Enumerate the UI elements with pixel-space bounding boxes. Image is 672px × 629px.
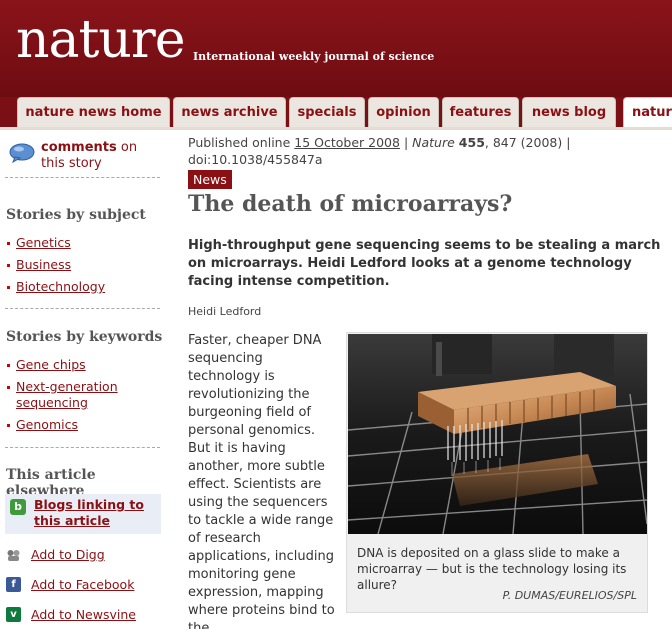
microarray-photo[interactable] <box>348 334 647 534</box>
add-to-newsvine-link[interactable]: Add to Newsvine <box>31 607 136 622</box>
news-badge: News <box>188 170 232 189</box>
article-figure: DNA is deposited on a glass slide to mak… <box>346 332 648 613</box>
subject-link-business[interactable]: Business <box>16 257 71 272</box>
journal-name: Nature <box>412 135 455 150</box>
divider <box>5 177 160 178</box>
masthead: nature International weekly journal of s… <box>0 0 672 99</box>
doi: doi:10.1038/455847a <box>188 152 323 167</box>
tab-news-blog[interactable]: news blog <box>522 97 616 128</box>
divider <box>5 447 160 448</box>
publication-info: Published online 15 October 2008 | Natur… <box>188 134 658 168</box>
keyword-link-gene-chips[interactable]: Gene chips <box>16 357 86 372</box>
pub-prefix: Published online <box>188 135 295 150</box>
blogs-linking-link[interactable]: Blogs linking to this article <box>34 497 158 529</box>
tab-underline <box>0 127 672 130</box>
keyword-list: Gene chips Next-generation sequencing Ge… <box>6 357 162 433</box>
stories-by-subject-heading: Stories by subject <box>6 207 146 223</box>
subject-link-biotechnology[interactable]: Biotechnology <box>16 279 105 294</box>
article-headline: The death of microarrays? <box>188 191 513 217</box>
article-standfirst: High-throughput gene sequencing seems to… <box>188 238 661 289</box>
journal-pages: , 847 (2008) | <box>484 135 571 150</box>
nav-bar: nature news home news archive specials o… <box>0 97 672 128</box>
article-byline: Heidi Ledford <box>188 305 262 318</box>
pub-date-link[interactable]: 15 October 2008 <box>294 135 400 150</box>
comments-link-row[interactable]: comments on this story <box>0 136 168 172</box>
tab-features[interactable]: features <box>442 97 519 128</box>
figure-caption: DNA is deposited on a glass slide to mak… <box>357 546 627 592</box>
share-facebook-row[interactable]: f Add to Facebook <box>6 576 166 594</box>
tagline: International weekly journal of science <box>193 50 435 63</box>
comments-link[interactable]: comments on this story <box>41 140 161 172</box>
comments-link-strong[interactable]: comments <box>41 140 117 155</box>
tab-opinion[interactable]: opinion <box>368 97 439 128</box>
tab-news-archive[interactable]: news archive <box>173 97 286 128</box>
add-to-facebook-link[interactable]: Add to Facebook <box>31 577 134 592</box>
share-digg-row[interactable]: Add to Digg <box>6 546 166 564</box>
share-newsvine-row[interactable]: v Add to Newsvine <box>6 606 166 624</box>
tab-specials[interactable]: specials <box>289 97 365 128</box>
blog-icon: b <box>10 499 26 515</box>
facebook-icon: f <box>6 577 21 592</box>
tab-nature-news-home[interactable]: nature news home <box>17 97 170 128</box>
newsvine-icon: v <box>6 607 21 622</box>
article-body: Faster, cheaper DNA sequencing technolog… <box>188 333 335 629</box>
keyword-link-genomics[interactable]: Genomics <box>16 417 78 432</box>
tab-nature-partial[interactable]: natur <box>623 97 672 128</box>
divider <box>5 308 160 309</box>
speech-bubble-icon <box>9 143 35 163</box>
figure-credit: P. DUMAS/EURELIOS/SPL <box>502 589 637 602</box>
journal-volume: 455 <box>458 135 485 150</box>
add-to-digg-link[interactable]: Add to Digg <box>31 547 105 562</box>
stories-by-keywords-heading: Stories by keywords <box>6 329 163 345</box>
blogs-linking-box[interactable]: b Blogs linking to this article <box>5 494 161 534</box>
subject-link-genetics[interactable]: Genetics <box>16 235 71 250</box>
pub-sep: | <box>399 135 413 150</box>
subject-list: Genetics Business Biotechnology <box>6 235 162 295</box>
nature-logo[interactable]: nature <box>16 8 186 72</box>
digg-icon <box>7 550 20 561</box>
keyword-link-next-generation-sequencing[interactable]: Next-generation sequencing <box>16 379 118 410</box>
